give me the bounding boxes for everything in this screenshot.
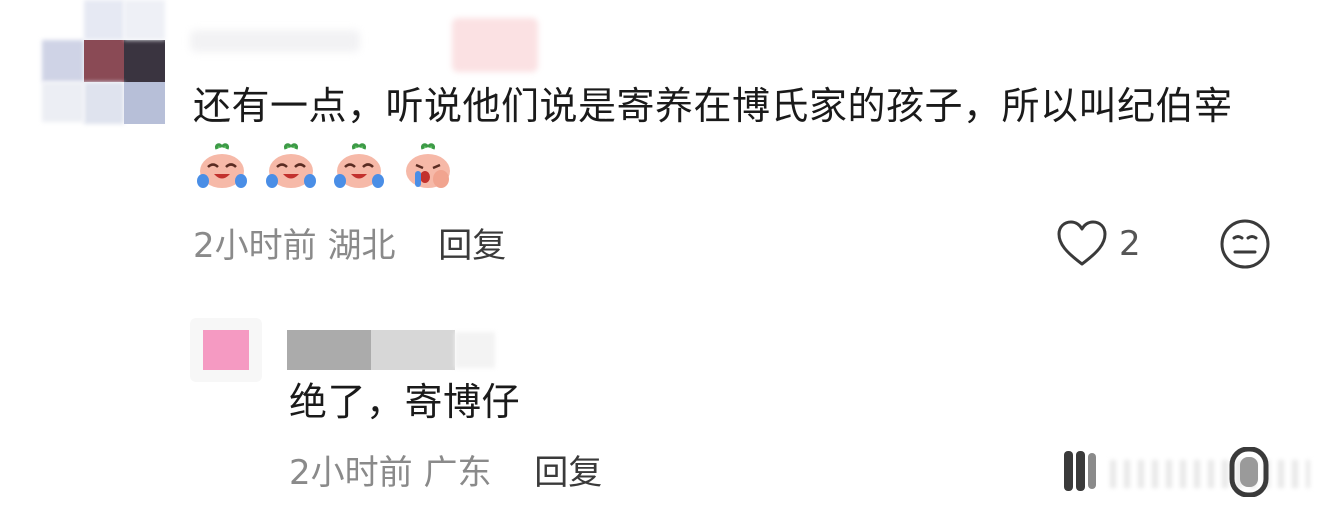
- avatar-tile: [42, 40, 84, 82]
- blur-block: [190, 30, 360, 52]
- comment-meta: 2小时前 湖北 回复: [193, 218, 506, 267]
- avatar-tile: [124, 40, 165, 82]
- neutral-face-icon[interactable]: [1219, 218, 1271, 270]
- blur-block: [455, 332, 495, 368]
- username-blurred[interactable]: [190, 12, 540, 72]
- timestamp: 2小时前: [193, 226, 317, 266]
- crying-face-sprout-emoji: [405, 143, 450, 188]
- avatar-tile: [84, 82, 124, 124]
- obscured-area: [1110, 460, 1310, 488]
- like-count: 2: [1119, 224, 1141, 264]
- avatar[interactable]: [203, 330, 249, 370]
- reply-meta: 2小时前 广东 回复: [289, 445, 602, 494]
- avatar-tile: [124, 82, 165, 124]
- avatar-tile: [124, 0, 165, 40]
- neutral-face-icon[interactable]: [1228, 447, 1270, 497]
- avatar-tile: [84, 0, 124, 40]
- comment-text: 还有一点，听说他们说是寄养在博氏家的孩子，所以叫纪伯宰: [193, 78, 1273, 193]
- avatar[interactable]: [38, 0, 168, 130]
- comment-body: 还有一点，听说他们说是寄养在博氏家的孩子，所以叫纪伯宰: [193, 84, 1233, 128]
- timestamp: 2小时前: [289, 453, 413, 493]
- location: 湖北: [327, 226, 396, 266]
- blur-block: [452, 18, 538, 72]
- blur-block: [371, 330, 455, 370]
- heart-icon[interactable]: [1056, 220, 1108, 268]
- avatar-tile: [84, 40, 124, 82]
- avatar-tile: [42, 82, 84, 122]
- emoji-row: [195, 137, 457, 193]
- crying-laughing-sprout-emoji: [197, 143, 247, 188]
- reply-button[interactable]: 回复: [534, 453, 602, 493]
- username-blurred[interactable]: [287, 330, 497, 370]
- blur-block: [287, 330, 371, 370]
- location: 广东: [423, 453, 492, 493]
- reply-button[interactable]: 回复: [438, 226, 506, 266]
- reply-text: 绝了，寄博仔: [289, 380, 521, 424]
- crying-laughing-sprout-emoji: [334, 143, 385, 188]
- crying-laughing-sprout-emoji: [265, 143, 316, 188]
